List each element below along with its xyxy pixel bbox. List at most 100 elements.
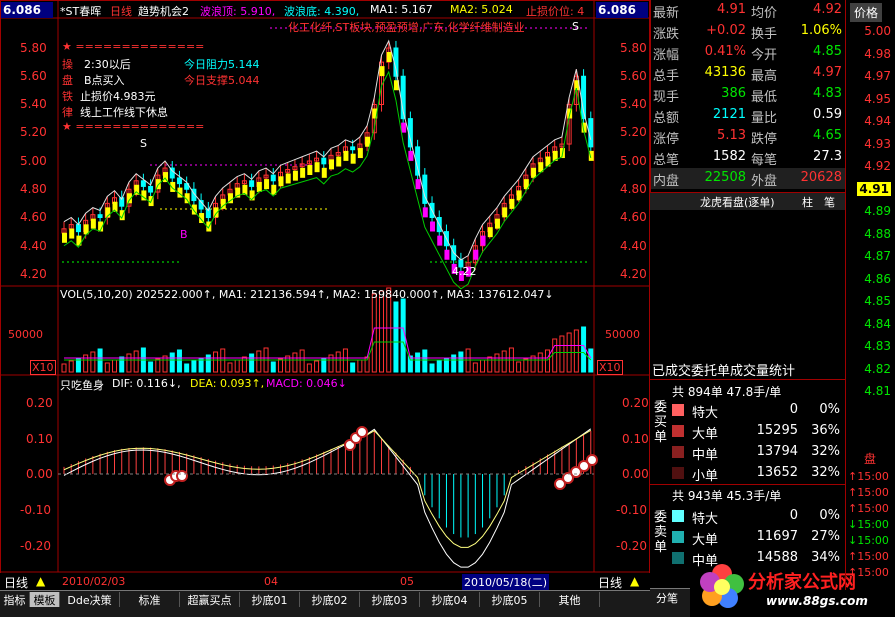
buy-header: 共 894单 47.8手/单 <box>672 385 782 399</box>
wave-top: 波浪顶: 5.910, <box>200 5 276 18</box>
volume-bar <box>472 362 478 373</box>
month-04: 04 <box>264 575 278 588</box>
price-tick: 4.80 <box>20 182 47 196</box>
candlestick-series <box>61 40 594 274</box>
stock-name[interactable]: *ST春晖 <box>60 3 101 19</box>
quote-row: 涨跌 +0.02 换手 1.06% <box>651 21 846 42</box>
trend-bar <box>292 170 298 181</box>
volume-bar <box>350 362 356 373</box>
trend-bar <box>480 235 486 246</box>
tab-2[interactable]: Dde决策 <box>60 592 120 607</box>
period-left[interactable]: 日线 <box>4 574 28 591</box>
tab-10[interactable]: 其他 <box>540 592 600 607</box>
order-percent: 32% <box>811 444 840 459</box>
quote-v1: 22508 <box>704 170 746 185</box>
volume-bar <box>357 359 363 373</box>
macd-dif-line <box>63 428 592 568</box>
price-tick: 4.60 <box>20 210 47 224</box>
macd-signal-mark <box>356 426 368 438</box>
volume-axis-left: 50000 <box>8 328 43 341</box>
trend-bar <box>350 153 356 164</box>
signal-tag-2: 盘 <box>62 74 73 87</box>
quote-v2: 4.85 <box>813 44 842 59</box>
order-label: 大单 <box>692 427 719 442</box>
macd-value: MACD: 0.046↓ <box>266 377 347 390</box>
volume-bar <box>277 358 283 373</box>
ladder-price: 4.86 <box>864 271 891 286</box>
volume-bar <box>523 358 529 373</box>
tab-4[interactable]: 超赢买点 <box>180 592 240 607</box>
candle-body <box>148 185 154 193</box>
tab-fenbi[interactable]: 分笔 <box>656 590 678 606</box>
trend-bar <box>357 148 363 159</box>
period-right[interactable]: 日线 <box>598 574 622 591</box>
price-tick: 5.80 <box>20 41 47 55</box>
trend-bar <box>444 249 450 260</box>
tab-3[interactable]: 标准 <box>120 592 180 607</box>
volume-bar <box>213 351 219 373</box>
volume-bar <box>379 290 385 373</box>
volume-bar <box>104 362 110 373</box>
signal-line-2: B点买入 <box>84 74 125 87</box>
price-tick: 5.00 <box>620 154 647 168</box>
order-label: 特大 <box>692 406 719 421</box>
trend-bar <box>430 221 436 232</box>
quote-l2: 最低 <box>751 90 778 105</box>
quote-v1: 386 <box>721 86 746 101</box>
volume-bar <box>169 352 175 373</box>
tab-6[interactable]: 抄底02 <box>300 592 360 607</box>
low-price-mark: 4.22 <box>452 265 477 278</box>
volume-bar <box>155 358 161 373</box>
tab-7[interactable]: 抄底03 <box>360 592 420 607</box>
resistance-price: 今日阻力5.144 <box>184 58 260 71</box>
volume-bar <box>184 363 190 373</box>
tab-1[interactable]: 模板 <box>30 592 60 607</box>
buy-mark: B <box>180 228 188 241</box>
trend-bar <box>509 198 515 209</box>
quote-l1: 最新 <box>653 6 680 21</box>
order-swatch <box>672 404 684 416</box>
stop-price: 止损价位: 4 <box>526 5 585 18</box>
template-name[interactable]: 趋势机会2 <box>138 3 189 19</box>
quote-v1: 1582 <box>712 149 746 164</box>
sell-side-label: 委卖单 <box>654 510 668 555</box>
quote-l2: 量比 <box>751 111 778 126</box>
price-tick: 4.20 <box>20 267 47 281</box>
period-label[interactable]: 日线 <box>110 3 132 19</box>
dragon-tiger-title[interactable]: 龙虎看盘(逐单) <box>700 194 775 210</box>
tab-9[interactable]: 抄底05 <box>480 592 540 607</box>
trend-bar <box>314 162 320 173</box>
tab-8[interactable]: 抄底04 <box>420 592 480 607</box>
volume-bar <box>148 361 154 373</box>
trade-time: ↑15:00 <box>848 470 889 483</box>
tab-bi[interactable]: 笔 <box>824 194 835 210</box>
signal-tag-1: 操 <box>62 58 73 71</box>
macd-tick: 0.20 <box>26 396 53 410</box>
candle-body <box>140 180 146 187</box>
tab-0[interactable]: 指标 <box>0 592 30 607</box>
ladder-price: 4.92 <box>864 159 891 173</box>
month-05: 05 <box>400 575 414 588</box>
trade-time: ↓15:00 <box>848 518 889 531</box>
period-arrow-right[interactable]: ▲ <box>630 574 639 588</box>
order-volume: 15295 <box>756 423 798 438</box>
order-volume: 11697 <box>756 529 798 544</box>
volume-bar <box>393 301 399 373</box>
tab-5[interactable]: 抄底01 <box>240 592 300 607</box>
trend-bar <box>329 159 334 170</box>
macd-tick: -0.20 <box>616 539 648 553</box>
order-swatch <box>672 531 684 543</box>
trend-bar <box>285 173 291 184</box>
volume-bar <box>227 362 233 373</box>
trend-bar <box>62 232 67 243</box>
tab-zhu[interactable]: 柱 <box>802 194 813 210</box>
volume-bar <box>559 335 565 373</box>
macd-dea: DEA: 0.093↑, <box>190 377 265 390</box>
order-percent: 36% <box>811 423 840 438</box>
candle-body <box>75 224 81 233</box>
signal-tag-3: 铁 <box>62 90 73 103</box>
quote-l1: 总额 <box>653 111 680 126</box>
period-arrow-left[interactable]: ▲ <box>36 574 45 588</box>
price-tick: 5.40 <box>620 97 647 111</box>
quote-l2: 今开 <box>751 48 778 63</box>
